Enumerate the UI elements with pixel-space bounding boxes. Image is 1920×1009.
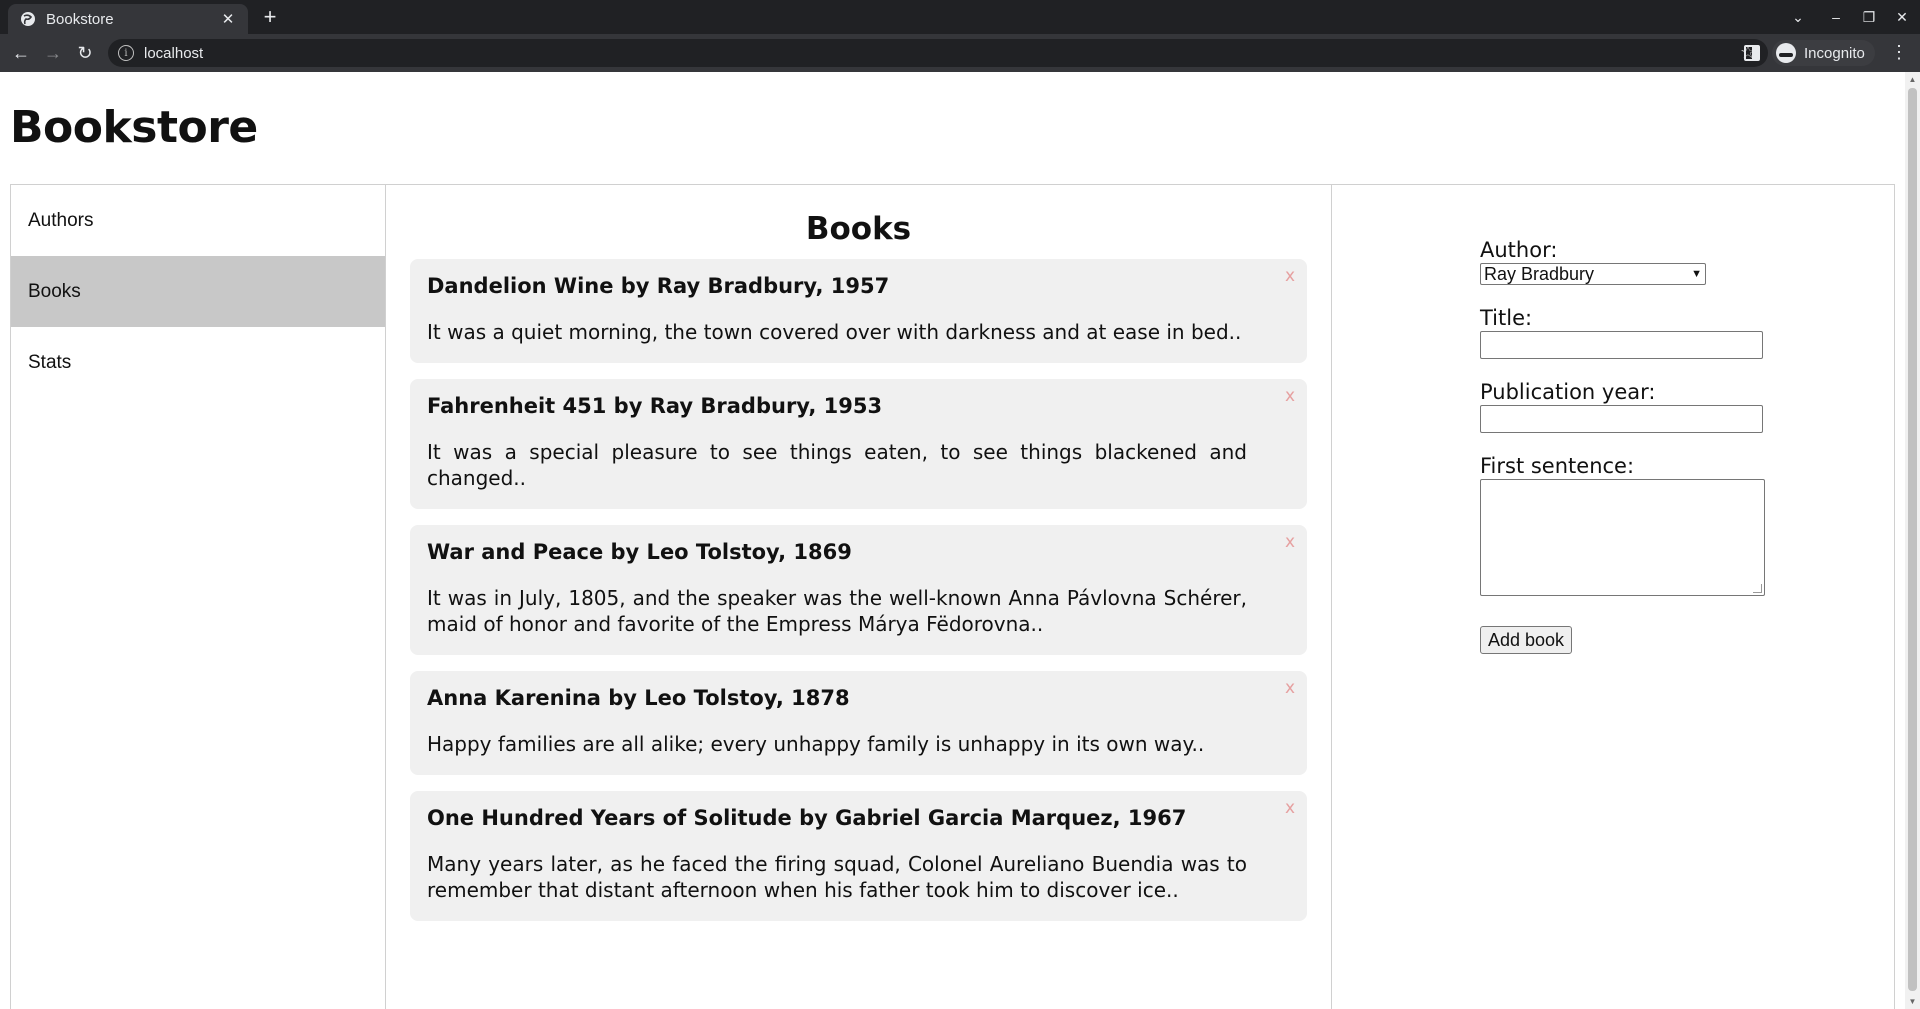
book-first-sentence: Many years later, as he faced the firing… [427,852,1247,902]
close-window-icon[interactable]: ✕ [1888,6,1916,28]
reload-icon[interactable]: ↻ [73,41,97,65]
book-card: Anna Karenina by Leo Tolstoy, 1878 Happy… [410,671,1307,775]
first-sentence-textarea[interactable] [1480,479,1765,596]
delete-book-icon[interactable]: x [1285,267,1295,285]
globe-icon [20,11,36,27]
sidebar: Authors Books Stats [11,185,386,1009]
add-book-button[interactable]: Add book [1480,626,1573,654]
sidebar-item-authors[interactable]: Authors [11,185,385,256]
book-first-sentence: Happy families are all alike; every unha… [427,732,1205,756]
forward-icon[interactable]: → [41,41,65,65]
books-heading: Books [805,211,912,247]
incognito-label: Incognito [1804,44,1865,62]
incognito-badge[interactable]: Incognito [1772,40,1875,66]
author-selected-value: Ray Bradbury [1484,263,1595,284]
scrollbar-thumb[interactable] [1908,88,1917,991]
sidebar-item-books[interactable]: Books [11,256,385,327]
book-card: Dandelion Wine by Ray Bradbury, 1957 It … [410,259,1307,363]
author-label: Author: [1480,238,1558,262]
sidebar-item-stats[interactable]: Stats [11,327,385,398]
scroll-up-icon[interactable]: ▲ [1908,75,1917,84]
chevron-down-icon: ▼ [1691,268,1702,280]
book-card: One Hundred Years of Solitude by Gabriel… [410,791,1307,921]
book-heading: War and Peace by Leo Tolstoy, 1869 [427,540,852,564]
back-icon[interactable]: ← [9,41,33,65]
delete-book-icon[interactable]: x [1285,679,1295,697]
add-book-panel: Author: Ray Bradbury ▼ Title: Publicatio… [1332,185,1894,1009]
side-panel-icon[interactable] [1744,45,1760,61]
tab-search-icon[interactable]: ⌄ [1784,6,1812,28]
browser-toolbar: ← → ↻ i localhost ☆ Incognito ⋮ [0,34,1920,72]
delete-book-icon[interactable]: x [1285,799,1295,817]
address-bar[interactable]: i localhost ☆ [108,39,1768,67]
book-first-sentence: It was in July, 1805, and the speaker wa… [427,586,1247,636]
publication-year-input[interactable] [1480,405,1763,433]
browser-tab-strip: Bookstore ✕ + ⌄ – ❐ ✕ [0,0,1920,34]
book-first-sentence: It was a special pleasure to see things … [427,440,1247,490]
browser-menu-icon[interactable]: ⋮ [1890,42,1908,62]
restore-icon[interactable]: ❐ [1855,6,1883,28]
books-panel: Books Dandelion Wine by Ray Bradbury, 19… [386,185,1332,1009]
book-heading: Anna Karenina by Leo Tolstoy, 1878 [427,686,850,710]
book-heading: One Hundred Years of Solitude by Gabriel… [427,806,1187,830]
delete-book-icon[interactable]: x [1285,387,1295,405]
book-card: Fahrenheit 451 by Ray Bradbury, 1953 It … [410,379,1307,509]
first-sentence-label: First sentence: [1480,454,1635,478]
book-heading: Fahrenheit 451 by Ray Bradbury, 1953 [427,394,883,418]
page-title: Bookstore [10,102,258,153]
incognito-icon [1776,43,1796,63]
page-viewport: Bookstore Authors Books Stats Books Dand… [0,72,1905,1009]
tab-title: Bookstore [46,10,114,28]
delete-book-icon[interactable]: x [1285,533,1295,551]
author-select[interactable]: Ray Bradbury ▼ [1480,263,1706,285]
scroll-down-icon[interactable]: ▼ [1908,997,1917,1006]
title-input[interactable] [1480,331,1763,359]
add-book-form: Author: Ray Bradbury ▼ Title: Publicatio… [1480,237,1800,654]
close-tab-icon[interactable]: ✕ [220,11,236,28]
minimize-icon[interactable]: – [1822,6,1850,28]
app-layout: Authors Books Stats Books Dandelion Wine… [10,184,1895,1009]
browser-tab[interactable]: Bookstore ✕ [8,4,248,34]
new-tab-button[interactable]: + [258,6,282,30]
title-label: Title: [1480,306,1533,330]
info-icon[interactable]: i [118,45,134,61]
book-heading: Dandelion Wine by Ray Bradbury, 1957 [427,274,890,298]
book-list: Dandelion Wine by Ray Bradbury, 1957 It … [410,259,1307,921]
book-card: War and Peace by Leo Tolstoy, 1869 It wa… [410,525,1307,655]
page-scrollbar[interactable]: ▲ ▼ [1905,72,1920,1009]
url-text: localhost [144,44,204,62]
book-first-sentence: It was a quiet morning, the town covered… [427,320,1242,344]
publication-year-label: Publication year: [1480,380,1656,404]
